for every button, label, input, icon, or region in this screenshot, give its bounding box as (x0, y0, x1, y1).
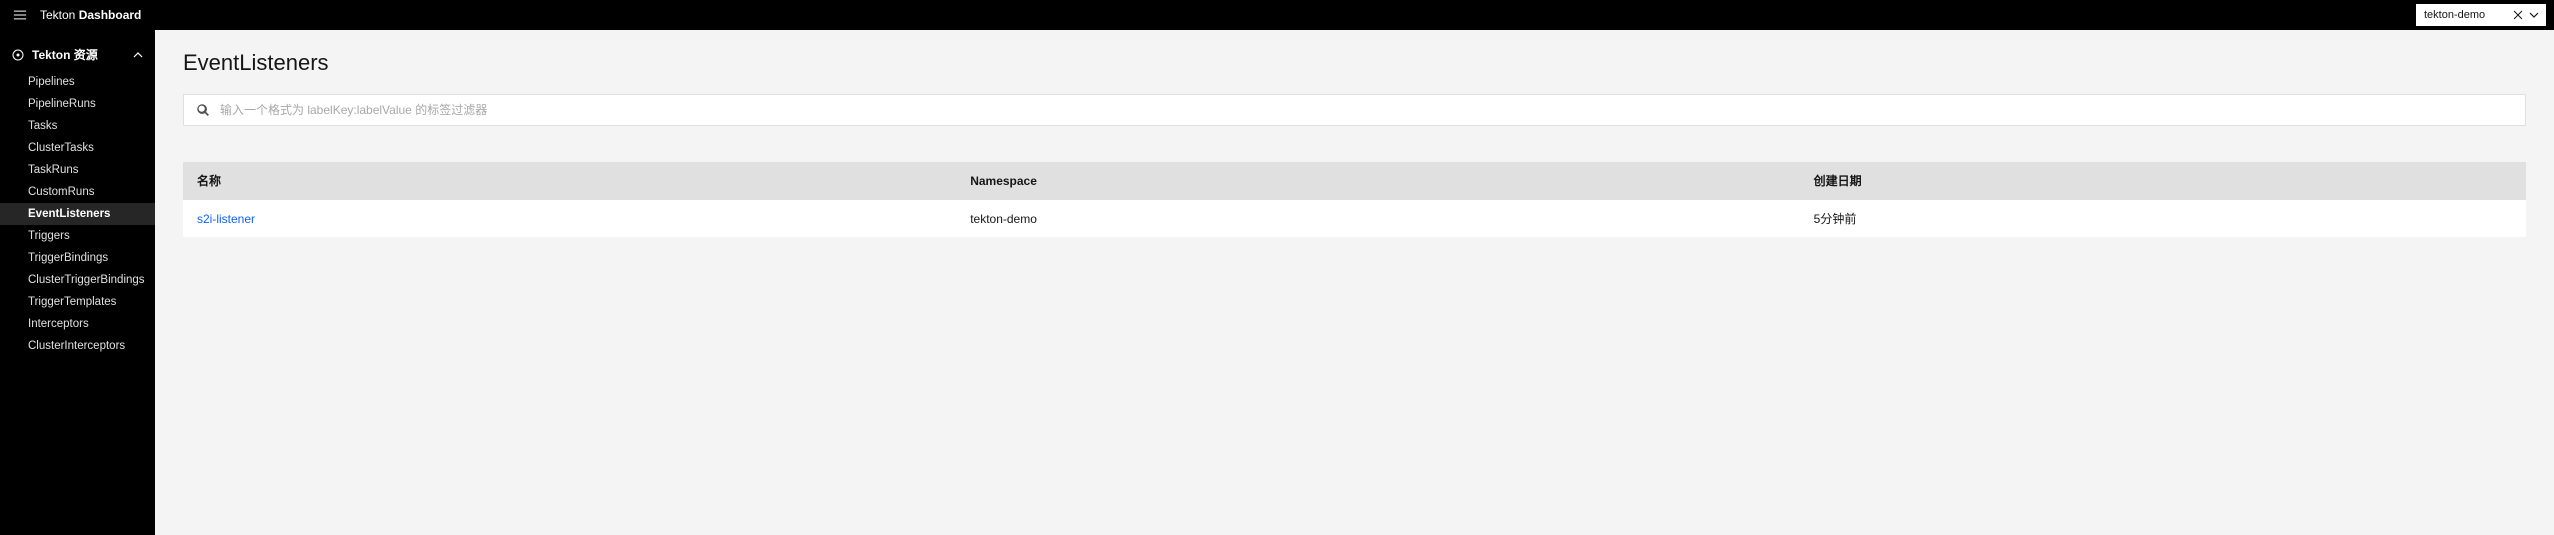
page-title: EventListeners (183, 50, 2526, 76)
top-bar: Tekton Dashboard tekton-demo (0, 0, 2554, 30)
sidebar-item-label: EventListeners (28, 208, 110, 220)
cell-created: 5分钟前 (1800, 200, 2526, 238)
sidebar-item-label: Tasks (28, 120, 57, 132)
close-icon (2513, 10, 2523, 20)
sidebar-item-label: ClusterTriggerBindings (28, 274, 145, 286)
tekton-icon (12, 49, 24, 61)
sidebar-item-label: TriggerTemplates (28, 296, 116, 308)
sidebar-item-pipelineruns[interactable]: PipelineRuns (0, 93, 155, 115)
sidebar-item-tasks[interactable]: Tasks (0, 115, 155, 137)
sidebar-item-taskruns[interactable]: TaskRuns (0, 159, 155, 181)
sidebar-item-label: ClusterTasks (28, 142, 94, 154)
namespace-selector[interactable]: tekton-demo (2416, 4, 2546, 26)
sidebar-nav: Pipelines PipelineRuns Tasks ClusterTasks Ta… (0, 71, 155, 357)
search-icon (196, 103, 210, 117)
column-header-name: 名称 (183, 162, 956, 200)
sidebar-item-triggertemplates[interactable]: TriggerTemplates (0, 291, 155, 313)
brand-title: Tekton Dashboard (40, 8, 141, 22)
sidebar-item-label: TaskRuns (28, 164, 79, 176)
sidebar-item-triggerbindings[interactable]: TriggerBindings (0, 247, 155, 269)
sidebar-item-pipelines[interactable]: Pipelines (0, 71, 155, 93)
table-row: s2i-listener tekton-demo5分钟前 (183, 200, 2526, 238)
sidebar-item-label: TriggerBindings (28, 252, 108, 264)
namespace-value: tekton-demo (2424, 9, 2510, 21)
resource-table: 名称 Namespace 创建日期 s2i-listener tekton-dem… (183, 162, 2526, 237)
sidebar-item-label: CustomRuns (28, 186, 94, 198)
sidebar: Tekton 资源 Pipelines PipelineRuns Tasks Clus… (0, 30, 155, 535)
sidebar-item-interceptors[interactable]: Interceptors (0, 313, 155, 335)
sidebar-item-label: Triggers (28, 230, 70, 242)
sidebar-item-customruns[interactable]: CustomRuns (0, 181, 155, 203)
resource-link[interactable]: s2i-listener (197, 212, 255, 226)
sidebar-item-clustertasks[interactable]: ClusterTasks (0, 137, 155, 159)
label-filter-input[interactable] (220, 103, 2513, 117)
chevron-up-icon (133, 52, 143, 58)
label-filter-search[interactable] (183, 94, 2526, 126)
menu-toggle-button[interactable] (8, 3, 32, 27)
sidebar-item-clustertriggerbindings[interactable]: ClusterTriggerBindings (0, 269, 155, 291)
chevron-down-icon (2529, 12, 2539, 18)
sidebar-section-tekton[interactable]: Tekton 资源 (0, 38, 155, 71)
sidebar-item-label: ClusterInterceptors (28, 340, 125, 352)
column-header-namespace: Namespace (956, 162, 1799, 200)
sidebar-section-label: Tekton 资源 (32, 46, 98, 63)
sidebar-item-triggers[interactable]: Triggers (0, 225, 155, 247)
column-header-created: 创建日期 (1800, 162, 2526, 200)
main-content: EventListeners 名称 Namespace 创建日期 s2i-lis… (155, 30, 2554, 535)
cell-namespace: tekton-demo (956, 200, 1799, 238)
sidebar-item-label: Pipelines (28, 76, 75, 88)
cell-name: s2i-listener (183, 200, 956, 238)
table-header-row: 名称 Namespace 创建日期 (183, 162, 2526, 200)
sidebar-item-clusterinterceptors[interactable]: ClusterInterceptors (0, 335, 155, 357)
clear-namespace-button[interactable] (2510, 10, 2526, 20)
sidebar-item-label: PipelineRuns (28, 98, 96, 110)
hamburger-icon (13, 8, 27, 22)
sidebar-item-eventlisteners[interactable]: EventListeners (0, 203, 155, 225)
sidebar-item-label: Interceptors (28, 318, 89, 330)
namespace-dropdown-button[interactable] (2526, 12, 2542, 18)
